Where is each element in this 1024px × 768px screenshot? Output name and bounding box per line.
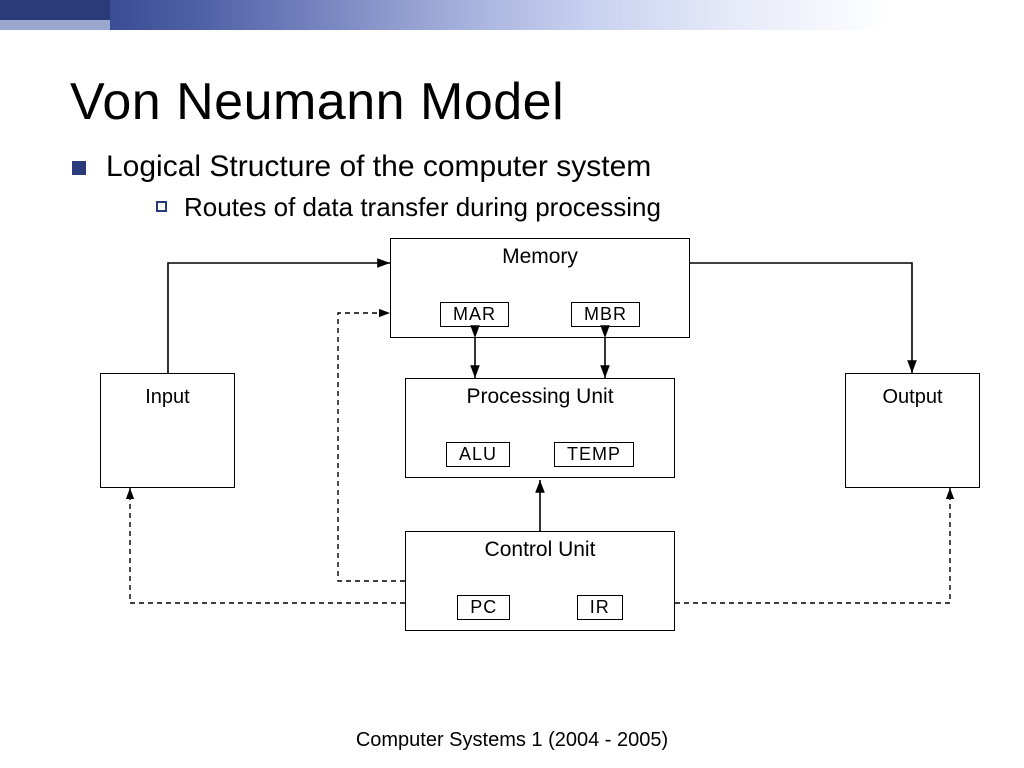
- memory-reg-mbr: MBR: [571, 302, 640, 327]
- control-reg-ir: IR: [577, 595, 623, 620]
- arrow-input-memory: [168, 263, 390, 373]
- decor-gradient: [110, 0, 1024, 30]
- memory-reg-mar: MAR: [440, 302, 509, 327]
- memory-label: Memory: [391, 245, 689, 269]
- arrow-control-output: [675, 488, 950, 603]
- slide-decor-top: [0, 0, 1024, 32]
- arrow-memory-output: [690, 263, 912, 373]
- processing-label: Processing Unit: [406, 385, 674, 409]
- control-label: Control Unit: [406, 538, 674, 562]
- slide-title: Von Neumann Model: [70, 72, 964, 132]
- output-box: Output: [845, 373, 980, 488]
- slide-body: Von Neumann Model Logical Structure of t…: [0, 32, 1024, 768]
- output-label: Output: [846, 380, 979, 409]
- von-neumann-diagram: Memory MAR MBR Processing Unit ALU TEMP …: [70, 233, 1010, 653]
- arrow-control-input: [130, 488, 405, 603]
- input-box: Input: [100, 373, 235, 488]
- arrow-control-memory: [338, 313, 405, 581]
- processing-reg-temp: TEMP: [554, 442, 634, 467]
- memory-box: Memory MAR MBR: [390, 238, 690, 338]
- decor-square-dark: [0, 0, 110, 20]
- decor-square-light: [0, 20, 110, 30]
- sub-bullet-list: Routes of data transfer during processin…: [106, 192, 964, 223]
- processing-reg-alu: ALU: [446, 442, 510, 467]
- slide-footer: Computer Systems 1 (2004 - 2005): [0, 729, 1024, 752]
- processing-box: Processing Unit ALU TEMP: [405, 378, 675, 478]
- control-reg-pc: PC: [457, 595, 510, 620]
- control-box: Control Unit PC IR: [405, 531, 675, 631]
- bullet-list: Logical Structure of the computer system…: [70, 150, 964, 223]
- bullet-main-text: Logical Structure of the computer system: [106, 150, 651, 183]
- sub-bullet: Routes of data transfer during processin…: [106, 192, 964, 223]
- bullet-main: Logical Structure of the computer system…: [70, 150, 964, 223]
- input-label: Input: [101, 380, 234, 409]
